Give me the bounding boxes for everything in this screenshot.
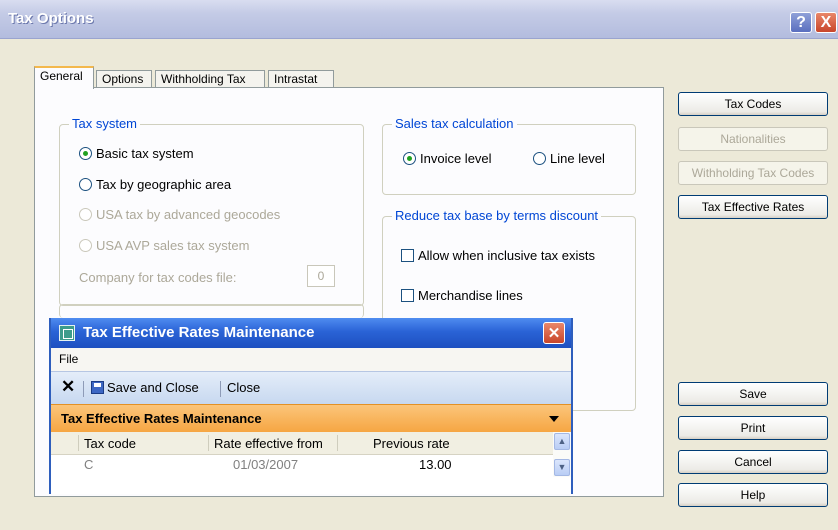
radio-label: USA tax by advanced geocodes (96, 207, 281, 222)
dialog-close-icon[interactable]: ✕ (543, 322, 565, 344)
dialog-toolbar: ✕ Save and Close Close (51, 371, 571, 404)
column-header-rate-effective-from[interactable]: Rate effective from (214, 436, 323, 451)
tax-system-title: Tax system (69, 116, 141, 131)
dialog-title-bar[interactable]: Tax Effective Rates Maintenance ✕ (51, 318, 571, 348)
save-and-close-label: Save and Close (107, 380, 199, 395)
tab-options[interactable]: Options (96, 70, 152, 88)
cell-rate-effective-from[interactable]: 01/03/2007 (233, 457, 298, 472)
close-button[interactable]: Close (227, 380, 260, 395)
radio-basic-tax-system[interactable]: Basic tax system (79, 146, 194, 161)
radio-usa-avp-sales-tax[interactable]: USA AVP sales tax system (79, 238, 249, 253)
checkbox-label: Allow when inclusive tax exists (418, 248, 596, 263)
section-header[interactable]: Tax Effective Rates Maintenance (51, 404, 571, 432)
radio-dot (533, 152, 546, 165)
toolbar-separator (83, 381, 84, 397)
checkbox-box (401, 249, 414, 262)
section-title: Tax Effective Rates Maintenance (61, 411, 262, 426)
scroll-down-icon[interactable]: ▼ (554, 459, 570, 476)
tab-intrastat[interactable]: Intrastat (268, 70, 334, 88)
dialog-menubar: File (51, 348, 571, 370)
sales-tax-calc-title: Sales tax calculation (392, 116, 517, 131)
grid-scrollbar[interactable]: ▲ ▼ (553, 432, 571, 477)
rates-grid: Tax code Rate effective from Previous ra… (51, 432, 571, 494)
radio-invoice-level[interactable]: Invoice level (403, 151, 492, 166)
toolbar-separator (220, 381, 221, 397)
company-field[interactable]: 0 (307, 265, 335, 287)
radio-label: Basic tax system (96, 146, 194, 161)
grid-header: Tax code Rate effective from Previous ra… (51, 432, 553, 455)
tab-withholding-tax[interactable]: Withholding Tax (155, 70, 265, 88)
save-and-close-button[interactable]: Save and Close (91, 380, 199, 395)
checkbox-box (401, 289, 414, 302)
chevron-down-icon[interactable] (549, 416, 559, 422)
radio-usa-advanced-geocodes[interactable]: USA tax by advanced geocodes (79, 207, 280, 222)
radio-tax-by-geographic-area[interactable]: Tax by geographic area (79, 177, 231, 192)
withholding-tax-codes-button[interactable]: Withholding Tax Codes (678, 161, 828, 185)
radio-label: USA AVP sales tax system (96, 238, 250, 253)
tab-general[interactable]: General (34, 66, 94, 89)
divider (59, 304, 364, 318)
title-bar: Tax Options ? X (0, 0, 838, 39)
cell-tax-code[interactable]: C (84, 457, 93, 472)
radio-dot (79, 208, 92, 221)
menu-file[interactable]: File (59, 352, 78, 366)
radio-label: Invoice level (420, 151, 492, 166)
help-icon[interactable]: ? (790, 12, 812, 33)
column-header-tax-code[interactable]: Tax code (84, 436, 136, 451)
nationalities-button[interactable]: Nationalities (678, 127, 828, 151)
column-divider (78, 435, 79, 451)
cell-previous-rate[interactable]: 13.00 (419, 457, 452, 472)
column-divider (337, 435, 338, 451)
column-header-previous-rate[interactable]: Previous rate (373, 436, 450, 451)
radio-label: Line level (550, 151, 605, 166)
save-icon (91, 381, 104, 394)
table-row[interactable]: C 01/03/2007 13.00 (51, 455, 553, 475)
app-icon (59, 325, 75, 341)
checkbox-allow-inclusive-tax[interactable]: Allow when inclusive tax exists (401, 248, 595, 263)
print-button[interactable]: Print (678, 416, 828, 440)
radio-label: Tax by geographic area (96, 177, 232, 192)
cancel-button[interactable]: Cancel (678, 450, 828, 474)
column-divider (208, 435, 209, 451)
checkbox-label: Merchandise lines (418, 288, 523, 303)
delete-icon[interactable]: ✕ (61, 377, 75, 397)
tax-codes-button[interactable]: Tax Codes (678, 92, 828, 116)
radio-dot (79, 178, 92, 191)
help-button[interactable]: Help (678, 483, 828, 507)
radio-dot (79, 147, 92, 160)
tax-effective-rates-button[interactable]: Tax Effective Rates (678, 195, 828, 219)
window-title: Tax Options (8, 10, 94, 27)
radio-dot (403, 152, 416, 165)
reduce-tax-title: Reduce tax base by terms discount (392, 208, 602, 223)
dialog-title: Tax Effective Rates Maintenance (83, 324, 315, 341)
tax-effective-rates-dialog: Tax Effective Rates Maintenance ✕ File ✕… (49, 318, 573, 494)
radio-dot (79, 239, 92, 252)
company-label: Company for tax codes file: (79, 270, 237, 285)
checkbox-merchandise-lines[interactable]: Merchandise lines (401, 288, 523, 303)
scroll-up-icon[interactable]: ▲ (554, 433, 570, 450)
radio-line-level[interactable]: Line level (533, 151, 605, 166)
save-button[interactable]: Save (678, 382, 828, 406)
close-icon[interactable]: X (815, 12, 837, 33)
